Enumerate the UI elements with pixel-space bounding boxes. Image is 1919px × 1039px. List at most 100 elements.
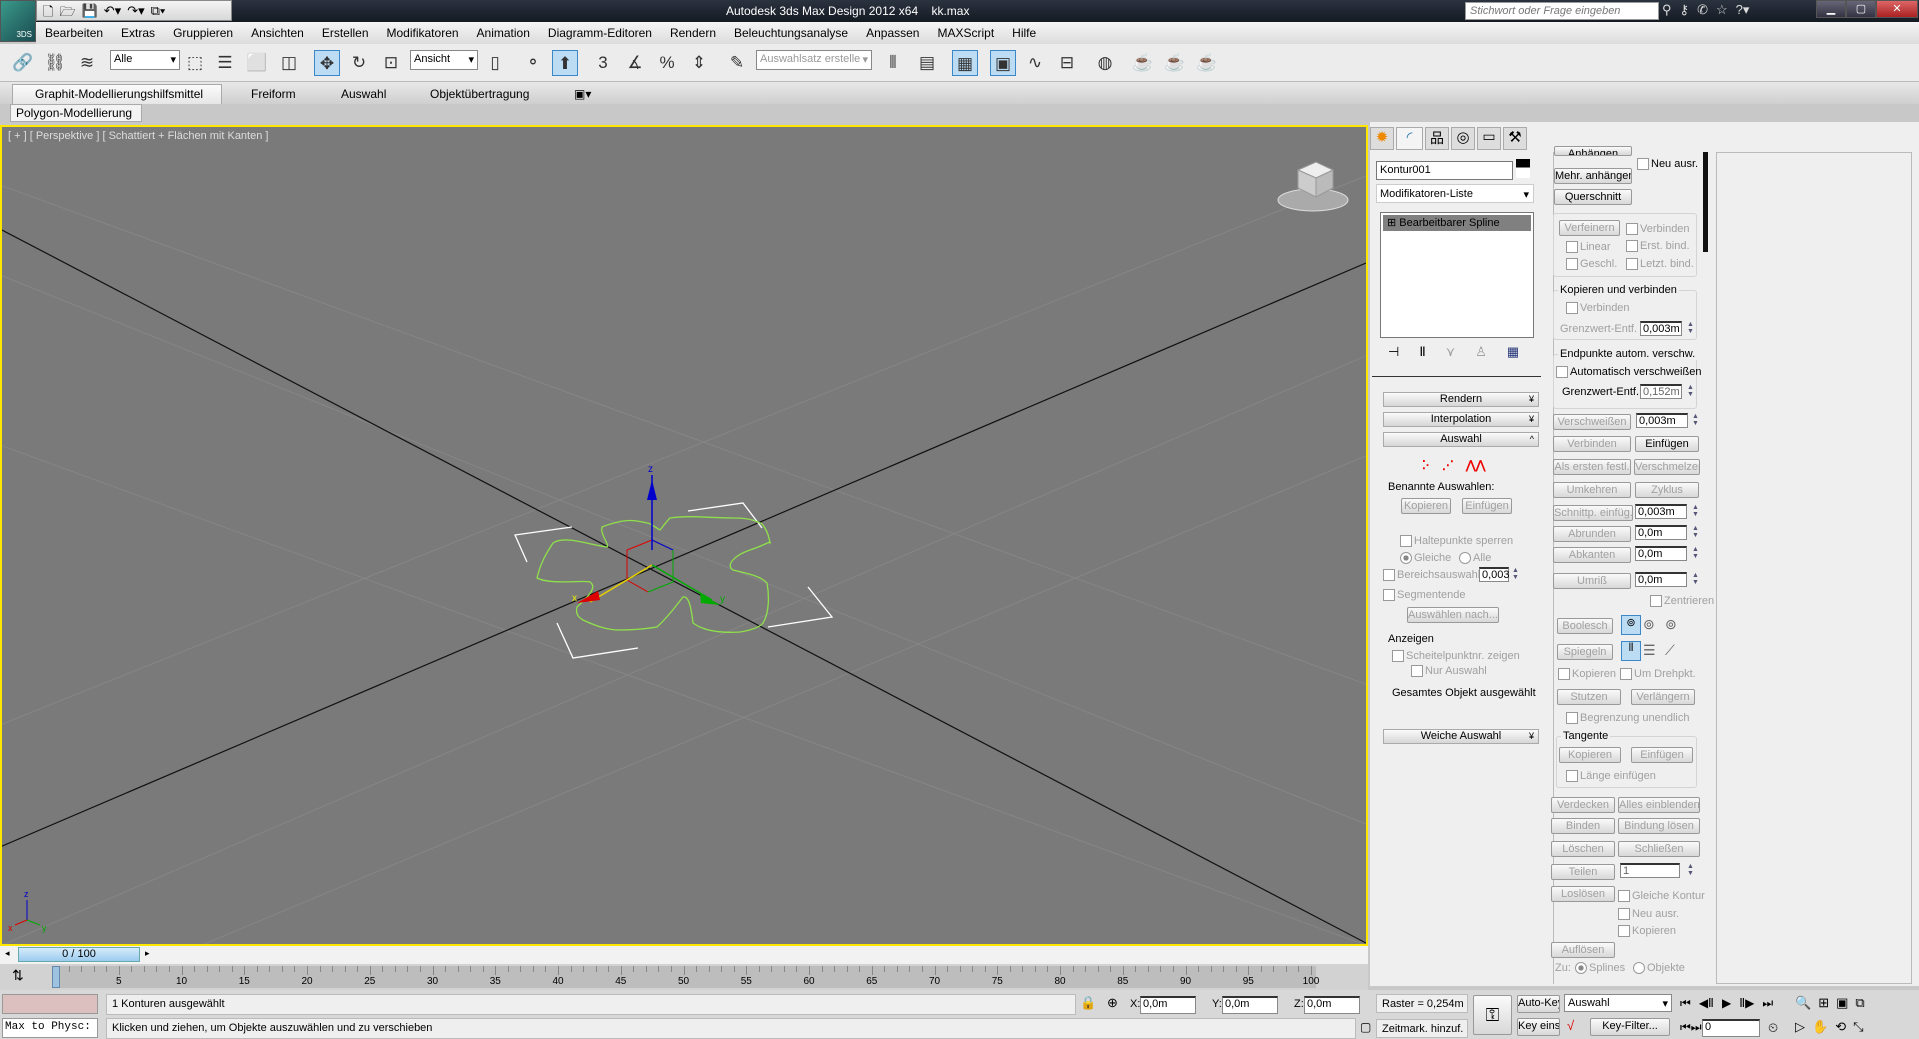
cross-section-button[interactable]: Querschnitt: [1554, 189, 1632, 205]
display-tab-icon[interactable]: ▭: [1477, 127, 1501, 150]
previous-frame-icon[interactable]: ◂: [5, 948, 10, 959]
linear-checkbox[interactable]: Linear: [1566, 241, 1611, 253]
center-checkbox[interactable]: Zentrieren: [1650, 595, 1714, 607]
weld-button[interactable]: Verschweißen: [1553, 414, 1631, 430]
mirror-button[interactable]: Spiegeln: [1557, 644, 1613, 660]
modifier-list-dropdown[interactable]: Modifikatoren-Liste ▾: [1376, 184, 1534, 203]
edit-named-selection-icon[interactable]: ✎: [724, 50, 750, 76]
outline-button[interactable]: Umriß: [1553, 573, 1631, 589]
spline-contour[interactable]: [536, 516, 771, 633]
key-mode-toggle-icon[interactable]: ⏮⏭: [1680, 1020, 1702, 1035]
fuse-button[interactable]: Verschmelzen: [1634, 459, 1700, 475]
rendered-frame-icon[interactable]: ☕: [1162, 50, 1188, 76]
rollout-interpolation[interactable]: Interpolation ¥: [1383, 412, 1539, 427]
set-key-mode-button[interactable]: Key eins.: [1517, 1018, 1560, 1036]
render-production-icon[interactable]: ☕: [1194, 50, 1220, 76]
delete-button[interactable]: Löschen: [1551, 841, 1615, 857]
track-bar[interactable]: ⇅ 05101520253035404550556065707580859095…: [0, 964, 1368, 990]
segment-end-checkbox[interactable]: Segmentende: [1383, 589, 1466, 601]
mirror-icon[interactable]: ⫴: [880, 50, 906, 76]
area-selection-input[interactable]: 0,003: [1479, 567, 1510, 582]
ribbon-panel-polygon-modellierung[interactable]: Polygon-Modellierung: [10, 104, 142, 122]
spinner-arrows-icon[interactable]: ▲ ▼: [1691, 413, 1700, 428]
infinite-bounds-checkbox[interactable]: Begrenzung unendlich: [1566, 712, 1689, 724]
search-input[interactable]: Stichwort oder Frage eingeben: [1465, 2, 1659, 20]
explode-splines-radio[interactable]: Splines: [1575, 962, 1625, 974]
orbit-icon[interactable]: ⟲: [1835, 1019, 1846, 1035]
viewcube[interactable]: [1277, 161, 1349, 212]
stack-item-editable-spline[interactable]: ⊞ Bearbeitbarer Spline: [1383, 215, 1531, 231]
percent-snap-icon[interactable]: %: [654, 50, 680, 76]
next-key-icon[interactable]: Ⅱ▶: [1739, 996, 1754, 1011]
ribbon-options-icon[interactable]: ▣▾: [574, 87, 591, 101]
rollout-weiche-auswahl[interactable]: Weiche Auswahl ¥: [1383, 729, 1539, 744]
menu-extras[interactable]: Extras: [112, 26, 164, 40]
current-frame-input[interactable]: 0: [1702, 1019, 1760, 1037]
absolute-mode-icon[interactable]: ⊕: [1107, 995, 1118, 1011]
go-to-start-icon[interactable]: ⏮: [1680, 996, 1691, 1011]
threshold-input-2[interactable]: 0,152m: [1640, 384, 1682, 399]
move-gizmo[interactable]: z x y: [572, 464, 725, 605]
make-unique-icon[interactable]: ⋎: [1446, 344, 1456, 360]
auto-key-button[interactable]: Auto-Key: [1517, 995, 1560, 1013]
snap-toggle-icon[interactable]: 3: [590, 50, 616, 76]
explode-button[interactable]: Auflösen: [1551, 942, 1615, 958]
modify-tab-icon[interactable]: ◜: [1396, 127, 1423, 150]
mini-curve-editor-icon[interactable]: ⇅: [12, 967, 24, 984]
close-button[interactable]: ✕: [1876, 0, 1918, 18]
redo-icon[interactable]: ↷▾: [127, 3, 144, 18]
divide-button[interactable]: Teilen: [1551, 864, 1615, 880]
spinner-snap-icon[interactable]: ⇕: [686, 50, 712, 76]
boolean-union-icon[interactable]: ⊚: [1621, 615, 1641, 635]
open-file-icon[interactable]: 🗁: [59, 3, 75, 19]
field-of-view-icon[interactable]: ▷: [1795, 1019, 1805, 1035]
menu-bearbeiten[interactable]: Bearbeiten: [36, 26, 112, 40]
menu-gruppieren[interactable]: Gruppieren: [164, 26, 242, 40]
utilities-tab-icon[interactable]: ⚒: [1503, 127, 1527, 150]
layer-manager-icon[interactable]: ▦: [952, 50, 978, 76]
help-icon[interactable]: ?▾: [1736, 2, 1750, 18]
scale-icon[interactable]: ⊡: [378, 50, 404, 76]
spinner-arrows-icon[interactable]: ▲ ▼: [1691, 525, 1700, 540]
detach-button[interactable]: Loslösen: [1551, 886, 1615, 902]
pin-stack-icon[interactable]: ⊣: [1388, 344, 1399, 360]
play-icon[interactable]: ▶: [1722, 996, 1731, 1011]
menu-ansichten[interactable]: Ansichten: [242, 26, 313, 40]
same-shape-checkbox[interactable]: Gleiche Kontur: [1618, 890, 1705, 902]
time-configuration-icon[interactable]: ⏲: [1768, 1020, 1778, 1036]
cross-insert-button[interactable]: Schnittp. einfüg.: [1553, 505, 1633, 521]
boolean-button[interactable]: Boolesch: [1557, 618, 1613, 634]
project-folder-icon[interactable]: ⧉▾: [151, 3, 166, 18]
copy-connect-checkbox[interactable]: Verbinden: [1566, 302, 1630, 314]
tangent-copy-button[interactable]: Kopieren: [1559, 747, 1621, 763]
vertex-level-icon[interactable]: ⁚·: [1422, 458, 1430, 472]
satellite-icon[interactable]: ✆: [1697, 2, 1708, 18]
selected-only-checkbox[interactable]: Nur Auswahl: [1411, 665, 1487, 677]
chamfer-input[interactable]: 0,0m: [1635, 546, 1687, 561]
maxscript-listener-color[interactable]: [2, 994, 98, 1014]
detach-reorient-checkbox[interactable]: Neu ausr.: [1618, 908, 1679, 920]
area-selection-checkbox[interactable]: Bereichsauswahl:: [1383, 569, 1483, 581]
mirror-horizontal-icon[interactable]: ⫴: [1621, 641, 1641, 661]
ribbon-tab-objektuebertragung[interactable]: Objektübertragung: [430, 87, 529, 101]
bind-first-checkbox[interactable]: Erst. bind.: [1626, 240, 1690, 252]
unhide-all-button[interactable]: Alles einblenden: [1618, 797, 1700, 813]
viewport-label-menu[interactable]: [ + ] [ Perspektive ] [ Schattiert + Flä…: [8, 130, 268, 142]
mirror-both-icon[interactable]: ⟋: [1665, 642, 1675, 659]
refine-button[interactable]: Verfeinern: [1559, 220, 1620, 236]
closed-checkbox[interactable]: Geschl.: [1566, 258, 1617, 270]
go-to-end-icon[interactable]: ⏭: [1762, 996, 1773, 1011]
previous-key-icon[interactable]: ◀Ⅱ: [1699, 996, 1714, 1011]
cycle-button[interactable]: Zyklus: [1635, 482, 1699, 498]
explode-objects-radio[interactable]: Objekte: [1633, 962, 1685, 974]
move-icon[interactable]: ✥: [314, 50, 340, 76]
menu-maxscript[interactable]: MAXScript: [928, 26, 1003, 40]
lock-handles-checkbox[interactable]: Haltepunkte sperren: [1400, 535, 1513, 547]
maxscript-mini-listener[interactable]: Max to Physc:: [2, 1018, 98, 1038]
selection-paste-button[interactable]: Einfügen: [1462, 498, 1512, 514]
rotate-icon[interactable]: ↻: [346, 50, 372, 76]
rollout-auswahl[interactable]: Auswahl ^: [1383, 432, 1539, 447]
unbind-button[interactable]: Bindung lösen: [1618, 818, 1700, 834]
minimize-button[interactable]: ▁: [1816, 0, 1846, 18]
spline-level-icon[interactable]: ⋀⋀: [1466, 458, 1486, 472]
